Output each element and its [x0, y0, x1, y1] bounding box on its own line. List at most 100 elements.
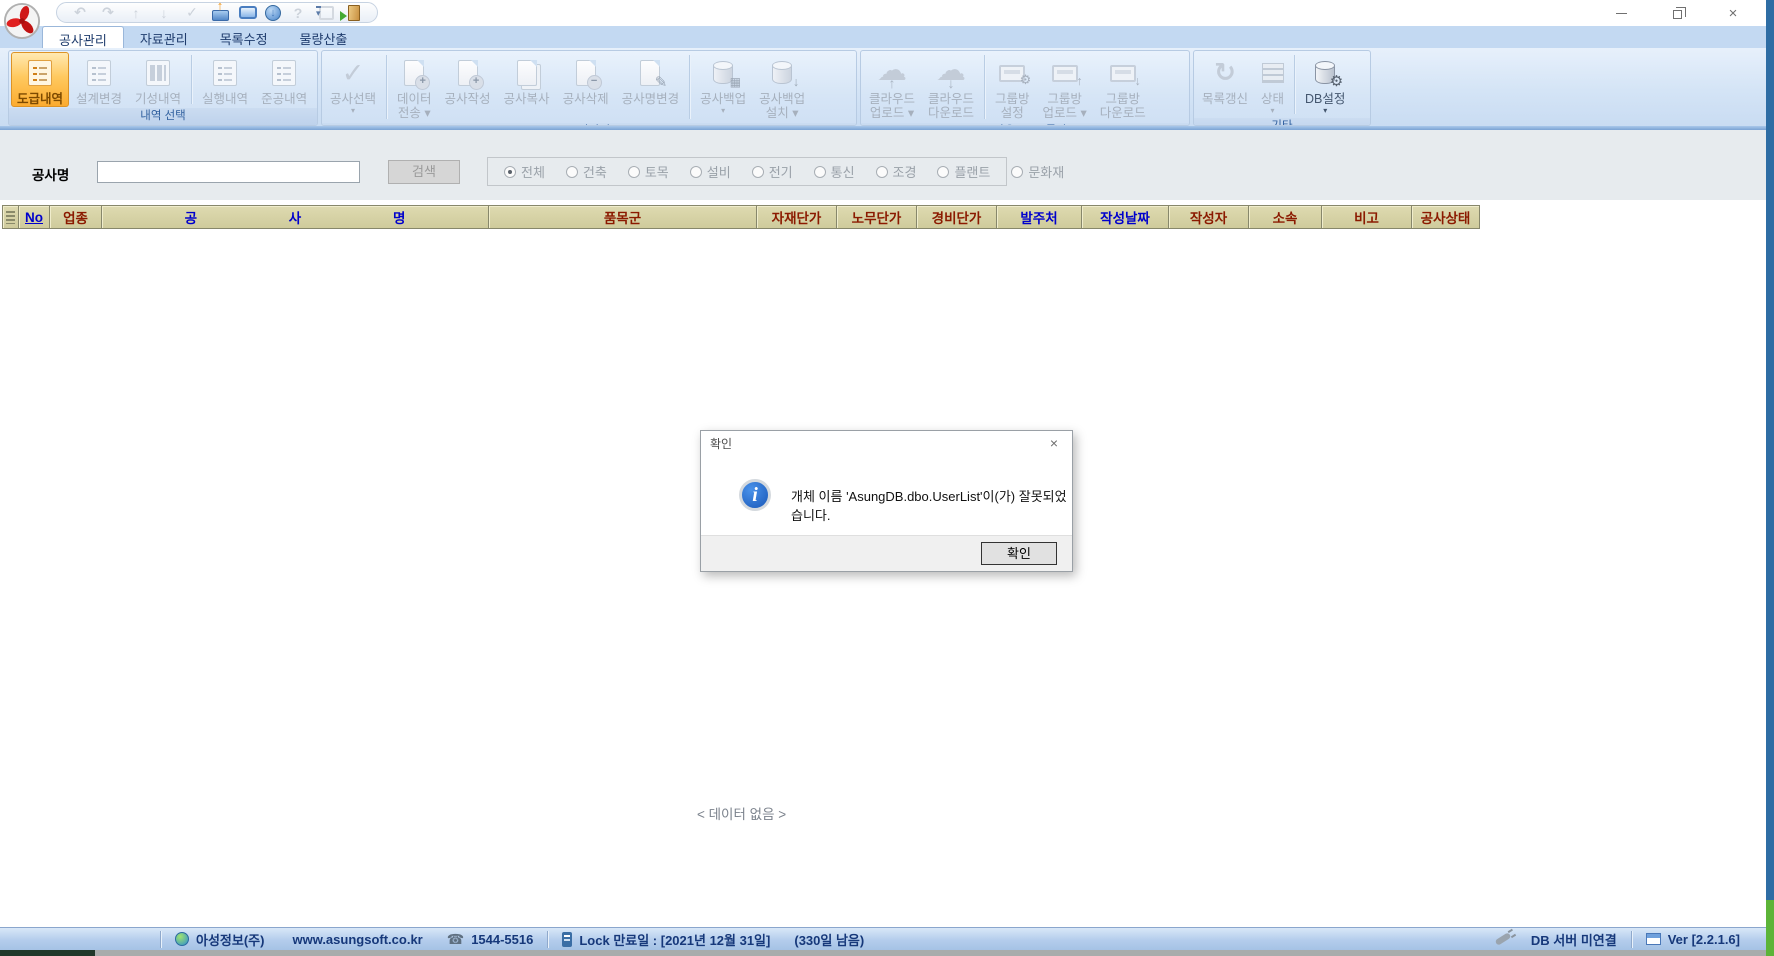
column-header-12[interactable]: 비고 — [1322, 206, 1412, 228]
move-down-icon[interactable]: ↓ — [153, 4, 175, 22]
net-up-glyph — [1052, 65, 1078, 82]
project-name-input[interactable] — [97, 161, 360, 183]
undo-icon[interactable]: ↶ — [69, 4, 91, 22]
refresh-glyph — [1214, 58, 1236, 88]
column-header-4[interactable]: 품목군 — [489, 206, 757, 228]
category-radio-0[interactable]: 전체 — [504, 162, 545, 181]
cloud-upload-button[interactable]: 클라우드 업로드 ▾ — [863, 52, 921, 122]
list-glyph — [28, 60, 52, 86]
column-header-3[interactable]: 공 사 명 — [102, 206, 489, 228]
radio-dot-icon — [690, 166, 702, 178]
column-header-0[interactable] — [3, 206, 19, 228]
project-create-button[interactable]: 공사작성 — [439, 52, 497, 122]
dialog-body: i 개체 이름 'AsungDB.dbo.UserList'이(가) 잘못되었습… — [701, 455, 1072, 537]
db-grid-glyph — [713, 62, 733, 84]
project-delete-button[interactable]: 공사삭제 — [557, 52, 615, 122]
ribbon-button-label: 클라우드 다운로드 — [928, 92, 974, 121]
dropdown-arrow-icon: ▾ — [1271, 106, 1275, 115]
progress-detail-button[interactable]: 기성내역 — [129, 52, 187, 107]
list-icon — [28, 57, 52, 89]
search-panel: 공사명 검색 전체건축토목설비전기통신조경플랜트문화재 — [0, 130, 1766, 200]
ribbon-tab-2[interactable]: 목록수정 — [204, 26, 284, 48]
cloud-up-icon — [876, 57, 908, 89]
plug-icon — [1495, 932, 1512, 946]
project-copy-button[interactable]: 공사복사 — [498, 52, 556, 122]
contract-detail-button[interactable]: 도급내역 — [11, 52, 69, 107]
restore-button[interactable] — [1662, 2, 1692, 24]
download-circle-icon[interactable]: ↓ — [265, 5, 281, 21]
project-rename-button[interactable]: 공사명변경 — [616, 52, 686, 122]
help-icon[interactable]: ? — [287, 4, 309, 22]
completion-detail-button[interactable]: 준공내역 — [255, 52, 313, 107]
category-radio-8[interactable]: 문화재 — [1011, 162, 1064, 181]
dialog-ok-button[interactable]: 확인 — [981, 542, 1057, 565]
category-radio-1[interactable]: 건축 — [566, 162, 607, 181]
close-button[interactable]: × — [1718, 2, 1748, 24]
column-header-1[interactable]: No — [19, 206, 50, 228]
doc-plus-glyph — [404, 60, 424, 86]
category-radio-2[interactable]: 토목 — [628, 162, 669, 181]
list-refresh-button[interactable]: 목록갱신 — [1196, 52, 1254, 117]
list-icon — [213, 57, 237, 89]
dialog-close-icon[interactable]: × — [1045, 435, 1063, 453]
dropdown-arrow-icon: ▾ — [721, 106, 725, 115]
cloud-download-button[interactable]: 클라우드 다운로드 — [922, 52, 980, 122]
project-select-button[interactable]: 공사선택▾ — [324, 52, 382, 122]
move-up-icon[interactable]: ↑ — [125, 4, 147, 22]
radio-label: 토목 — [645, 162, 669, 181]
column-header-9[interactable]: 작성날짜 — [1082, 206, 1169, 228]
website-text: www.asungsoft.co.kr — [292, 932, 422, 947]
db-gear-icon — [1315, 57, 1335, 89]
column-header-6[interactable]: 노무단가 — [837, 206, 917, 228]
exit-door-icon[interactable] — [343, 4, 365, 22]
design-change-button[interactable]: 설계변경 — [70, 52, 128, 107]
category-radio-6[interactable]: 조경 — [876, 162, 917, 181]
category-radio-7[interactable]: 플랜트 — [937, 162, 990, 181]
ribbon-tab-1[interactable]: 자료관리 — [124, 26, 204, 48]
quick-access-toolbar: ↶ ↷ ↑ ↓ ✓ ↓? — [56, 2, 378, 23]
ribbon-button-label: 데이터 전송 ▾ — [397, 92, 432, 121]
radio-label: 건축 — [583, 162, 607, 181]
status-separator — [547, 931, 548, 948]
search-button[interactable]: 검색 — [388, 160, 460, 184]
toolbar-options-icon[interactable]: ▾ — [316, 6, 321, 17]
status-button[interactable]: 상태▾ — [1255, 52, 1290, 117]
net-set-icon — [999, 57, 1025, 89]
column-header-5[interactable]: 자재단가 — [757, 206, 837, 228]
column-header-2[interactable]: 업종 — [50, 206, 102, 228]
db-settings-button[interactable]: DB설정▾ — [1299, 52, 1351, 117]
project-backup-button[interactable]: 공사백업▾ — [694, 52, 752, 122]
ribbon-group-3: 목록갱신상태▾DB설정▾기타 — [1193, 50, 1371, 126]
screen-right-edge — [1766, 0, 1774, 956]
version-status-item: Ver [2.2.1.6] — [1640, 932, 1766, 947]
redo-icon[interactable]: ↷ — [97, 4, 119, 22]
globe-icon — [175, 932, 189, 946]
category-radio-3[interactable]: 설비 — [690, 162, 731, 181]
minimize-button[interactable] — [1606, 2, 1636, 24]
ribbon-group-label: 내역 선택 — [9, 108, 317, 125]
execution-detail-button[interactable]: 실행내역 — [196, 52, 254, 107]
check-icon — [342, 57, 365, 89]
ribbon-button-label: 공사작성 — [445, 92, 491, 106]
category-radio-4[interactable]: 전기 — [752, 162, 793, 181]
column-header-7[interactable]: 경비단가 — [917, 206, 997, 228]
send-upload-icon[interactable] — [209, 4, 231, 22]
column-header-13[interactable]: 공사상태 — [1412, 206, 1480, 228]
category-radio-5[interactable]: 통신 — [814, 162, 855, 181]
status-separator — [1631, 931, 1632, 948]
app-logo-icon[interactable] — [3, 2, 41, 40]
column-header-11[interactable]: 소속 — [1249, 206, 1322, 228]
grouproom-download-button[interactable]: 그룹방 다운로드 — [1094, 52, 1152, 122]
column-header-8[interactable]: 발주처 — [997, 206, 1082, 228]
ribbon-tab-0[interactable]: 공사관리 — [42, 26, 124, 48]
column-header-10[interactable]: 작성자 — [1169, 206, 1249, 228]
confirm-check-icon[interactable]: ✓ — [181, 4, 203, 22]
table-header: No업종공 사 명품목군자재단가노무단가경비단가발주처작성날짜작성자소속비고공사… — [2, 205, 1480, 229]
screen-icon[interactable] — [237, 4, 259, 22]
doc-edit-glyph — [640, 60, 660, 86]
grouproom-settings-button[interactable]: 그룹방 설정 — [989, 52, 1036, 122]
data-transfer-button[interactable]: 데이터 전송 ▾ — [391, 52, 438, 122]
ribbon-tab-3[interactable]: 물량산출 — [284, 26, 364, 48]
grouproom-upload-button[interactable]: 그룹방 업로드 ▾ — [1037, 52, 1093, 122]
project-backup-install-button[interactable]: 공사백업 설치 ▾ — [753, 52, 811, 122]
